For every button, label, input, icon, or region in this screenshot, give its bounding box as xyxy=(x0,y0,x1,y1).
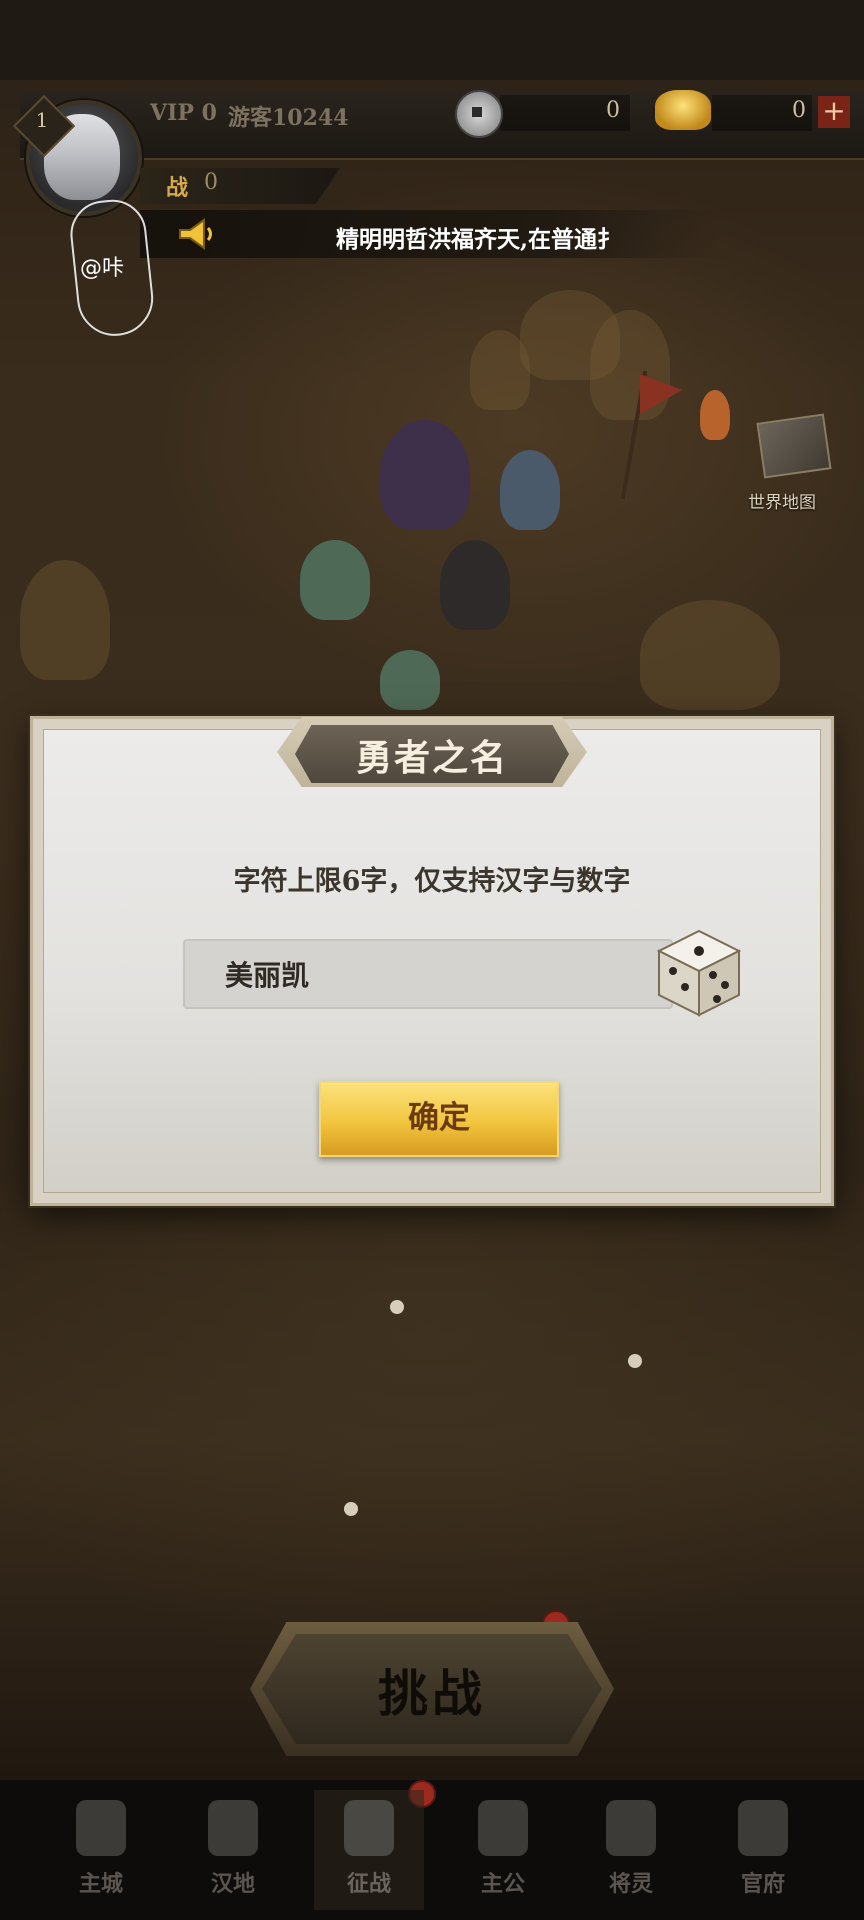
megaphone-icon xyxy=(179,218,212,250)
world-map-label[interactable]: 世界地图 xyxy=(748,488,816,513)
nav-item-general-spirit[interactable]: 将灵 xyxy=(576,1790,686,1910)
map-node[interactable] xyxy=(390,1300,404,1314)
han-land-icon xyxy=(208,1800,258,1856)
level-text: 1 xyxy=(35,108,49,132)
hero-name-input[interactable]: 美丽凯 xyxy=(183,939,673,1009)
nav-item-main-city[interactable]: 主城 xyxy=(46,1790,156,1910)
challenge-label[interactable]: 挑战 xyxy=(262,1654,602,1726)
nav-item-label: 征战 xyxy=(346,1871,391,1897)
gold-ingot-icon xyxy=(655,90,711,130)
dialog-hint: 字符上限6字，仅支持汉字与数字 xyxy=(233,866,631,897)
lord-icon xyxy=(478,1800,528,1856)
confirm-button[interactable]: 确定 xyxy=(319,1081,559,1157)
nav-item-label: 主公 xyxy=(480,1871,525,1897)
nav-item-label: 官府 xyxy=(740,1871,785,1897)
main-city-icon xyxy=(76,1800,126,1856)
nav-item-lord[interactable]: 主公 xyxy=(448,1790,558,1910)
vip-level[interactable]: VIP 0 xyxy=(150,100,217,126)
crossed-swords-icon xyxy=(344,1800,394,1856)
player-name: 游客10244 xyxy=(228,105,349,131)
nav-item-label: 主城 xyxy=(78,1871,123,1897)
enemy-unit[interactable] xyxy=(700,390,730,440)
map-tree xyxy=(470,330,530,410)
coin-value: 0 xyxy=(606,98,620,123)
nav-item-label: 将灵 xyxy=(608,1871,653,1897)
nav-item-government[interactable]: 官府 xyxy=(708,1790,818,1910)
ingot-value: 0 xyxy=(792,98,806,123)
nav-item-label: 汉地 xyxy=(210,1871,255,1897)
map-tree xyxy=(20,560,110,680)
random-dice-icon[interactable] xyxy=(651,925,747,1021)
hero-unit[interactable] xyxy=(380,420,470,530)
copper-coin-icon xyxy=(455,90,503,138)
map-node[interactable] xyxy=(628,1354,642,1368)
hero-unit[interactable] xyxy=(440,540,510,630)
nav-item-campaign[interactable]: 征战 xyxy=(314,1790,424,1910)
nav-item-han-land[interactable]: 汉地 xyxy=(178,1790,288,1910)
status-strip xyxy=(0,0,864,80)
map-node[interactable] xyxy=(344,1502,358,1516)
power-value: 0 xyxy=(204,170,218,195)
watermark-text: @咔 xyxy=(80,256,125,281)
dialog-title: 勇者之名 xyxy=(355,737,508,779)
announcement-text: 精明明哲洪福齐天,在普通扌 xyxy=(336,226,621,253)
hero-unit[interactable] xyxy=(500,450,560,530)
general-spirit-icon xyxy=(606,1800,656,1856)
add-currency-button[interactable]: + xyxy=(818,96,850,128)
hero-unit[interactable] xyxy=(380,650,440,710)
map-tree xyxy=(640,600,780,710)
world-map-icon[interactable] xyxy=(756,413,832,479)
power-label: 战 xyxy=(166,175,189,201)
name-dialog: 勇者之名 字符上限6字，仅支持汉字与数字 美丽凯 确定 xyxy=(30,716,834,1206)
government-hall-icon xyxy=(738,1800,788,1856)
hero-unit[interactable] xyxy=(300,540,370,620)
